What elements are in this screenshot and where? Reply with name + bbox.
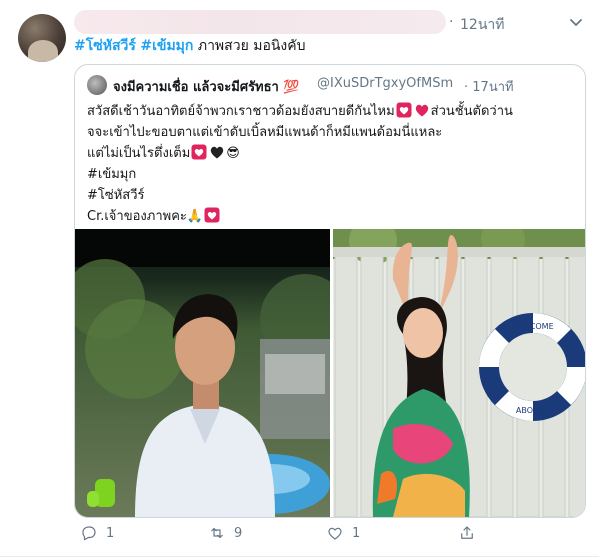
- lifebuoy-bottom-label: ABOARD: [516, 406, 550, 415]
- like-icon: [328, 527, 342, 540]
- quoted-line-1-a: สวัสดีเช้าวันอาทิตย์จ้าพวกเราชาวด้อมยังส…: [87, 104, 395, 119]
- quoted-tweet-text: สวัสดีเช้าวันอาทิตย์จ้าพวกเราชาวด้อมยังส…: [87, 101, 577, 227]
- quoted-line-1: สวัสดีเช้าวันอาทิตย์จ้าพวกเราชาวด้อมยังส…: [87, 101, 577, 122]
- quoted-user-name[interactable]: จงมีความเชื่อ แล้วจะมีศรัทธา 💯: [113, 76, 300, 97]
- photo-woman[interactable]: WELCOME ABOARD: [333, 229, 585, 517]
- share-icon: [461, 526, 473, 539]
- time-separator: ·: [449, 14, 454, 30]
- white-heart-emoji-icon: [204, 207, 220, 223]
- tweet-text-rest: ภาพสวย มอนิงคับ: [197, 38, 306, 54]
- retweet-button[interactable]: 9: [208, 524, 242, 542]
- share-button[interactable]: [458, 524, 476, 542]
- photo-man-image: [75, 229, 330, 517]
- quoted-tweet[interactable]: จงมีความเชื่อ แล้วจะมีศรัทธา 💯 @IXuSDrTg…: [74, 64, 586, 518]
- like-button[interactable]: 1: [326, 524, 360, 542]
- quoted-line-6: Cr.เจ้าของภาพคะ🙏: [87, 206, 577, 227]
- black-heart-emoji-icon: [211, 146, 224, 159]
- quoted-user-handle[interactable]: @IXuSDrTgxyOfMSm: [317, 76, 453, 91]
- quoted-user-name-text: จงมีความเชื่อ แล้วจะมีศรัทธา: [113, 80, 279, 95]
- quoted-line-3-text: แต่ไม่เป็นไรตึ่งเต็ม: [87, 146, 191, 161]
- avatar[interactable]: [18, 14, 66, 62]
- time-separator: ·: [464, 80, 469, 95]
- reply-icon: [82, 526, 96, 541]
- sunglasses-emoji: 😎: [226, 146, 240, 161]
- red-heart-emoji-icon: [415, 104, 428, 117]
- photo-woman-image: WELCOME ABOARD: [333, 229, 585, 517]
- hashtag-link[interactable]: #เข้มมุก: [140, 38, 193, 54]
- quoted-line-2: จจะเข้าไปะขอบตาแต่เข้าดับเบิ้ลหมีแพนด้าก…: [87, 125, 443, 140]
- quoted-hashtag-line[interactable]: #เข้มมุก: [87, 164, 577, 185]
- hashtag-link[interactable]: #โซ่หัสวีร์: [74, 38, 136, 54]
- quoted-line-1-b: ส่วนชั้นตัดว่าน: [430, 104, 513, 119]
- pray-emoji: 🙏: [186, 209, 204, 224]
- hundred-emoji: 💯: [283, 80, 300, 95]
- redacted-user-name: [74, 10, 446, 34]
- tweet-text: #โซ่หัสวีร์ #เข้มมุก ภาพสวย มอนิงคับ: [74, 36, 306, 56]
- quoted-timestamp[interactable]: · 17นาที: [464, 76, 514, 97]
- quoted-line-3: แต่ไม่เป็นไรตึ่งเต็ม 😎: [87, 143, 577, 164]
- tweet-card[interactable]: · 12นาที #โซ่หัสวีร์ #เข้มมุก ภาพสวย มอน…: [0, 0, 599, 557]
- tweet-timestamp[interactable]: 12นาที: [460, 14, 504, 36]
- quoted-line-6-text: Cr.เจ้าของภาพคะ: [87, 209, 187, 224]
- tweet-action-bar: 1 9 1: [0, 520, 599, 548]
- photo-man[interactable]: [75, 229, 330, 517]
- white-heart-emoji-icon: [396, 102, 412, 118]
- quoted-time-text: 17นาที: [472, 80, 514, 95]
- quoted-hashtag-line[interactable]: #โซ่หัสวีร์: [87, 185, 577, 206]
- quoted-avatar[interactable]: [87, 75, 107, 95]
- white-heart-emoji-icon: [191, 144, 207, 160]
- like-count: 1: [352, 525, 361, 541]
- retweet-count: 9: [234, 525, 243, 541]
- reply-count: 1: [106, 525, 115, 541]
- lifebuoy-top-label: WELCOME: [512, 322, 553, 331]
- retweet-icon: [211, 527, 223, 539]
- chevron-down-icon[interactable]: [566, 12, 586, 32]
- reply-button[interactable]: 1: [80, 524, 114, 542]
